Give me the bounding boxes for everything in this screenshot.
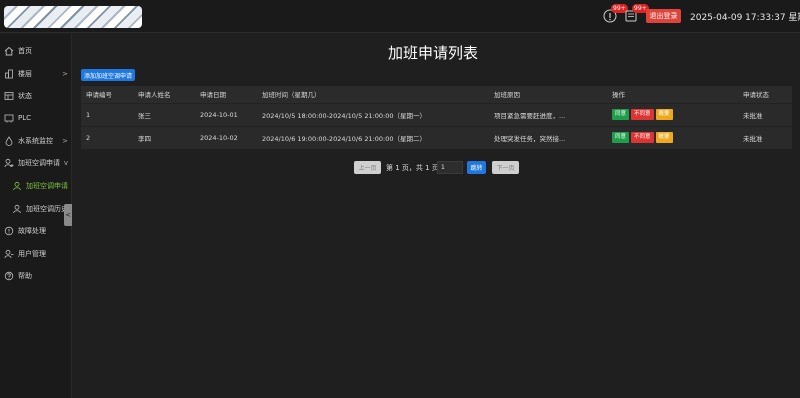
fault-icon [4, 226, 14, 236]
sidebar-item-label: 加班空调申请 [26, 182, 68, 190]
column-header: 加班原因 [489, 86, 607, 103]
help-icon [4, 271, 14, 281]
app-window: 99+ 99+ 退出登录 2025-04-09 17:33:37 星期三 首页 … [0, 0, 800, 398]
sidebar-item-user-manage[interactable]: 用户管理 [0, 245, 72, 263]
prev-page-button[interactable]: 上一页 [354, 161, 381, 174]
column-header: 申请编号 [81, 86, 133, 103]
jump-page-button[interactable]: 跳转 [467, 161, 486, 174]
cell-name: 李四 [133, 125, 195, 149]
page-title: 加班申请列表 [387, 44, 478, 62]
sidebar-item-home[interactable]: 首页 [0, 42, 72, 60]
page-number-input[interactable] [437, 161, 463, 174]
sidebar-item-label: 加班空调历史 [26, 205, 68, 213]
page-info: 第 1 页，共 1 页 [386, 164, 439, 172]
sidebar-item-label: 楼层 [18, 70, 32, 78]
sidebar: 首页 楼层 > 状态 PLC 水系统监控 > 加班空调申请 v 加班空调申请 加… [0, 34, 72, 398]
sidebar-item-overtime-ac-history[interactable]: 加班空调历史 [0, 200, 72, 218]
water-drop-icon [4, 136, 14, 146]
sidebar-item-status[interactable]: 状态 [0, 87, 72, 105]
cell-actions: 同意 不同意 概要 [607, 125, 738, 149]
cell-name: 张三 [133, 102, 195, 126]
logout-button[interactable]: 退出登录 [646, 9, 681, 23]
cell-time: 2024/10/6 19:00:00-2024/10/6 21:00:00（星期… [257, 125, 489, 149]
sidebar-item-fault[interactable]: 故障处理 [0, 222, 72, 240]
cell-actions: 同意 不同意 概要 [607, 102, 738, 126]
notification-button[interactable]: 99+ [603, 4, 628, 23]
top-header: 99+ 99+ 退出登录 2025-04-09 17:33:37 星期三 [0, 0, 800, 33]
sidebar-item-label: 故障处理 [18, 227, 46, 235]
table-row: 1 张三 2024-10-01 2024/10/5 18:00:00-2024/… [81, 102, 792, 126]
plc-icon [4, 113, 14, 123]
sidebar-item-help[interactable]: 帮助 [0, 267, 72, 285]
sidebar-item-label: 状态 [18, 92, 32, 100]
status-icon [4, 91, 14, 101]
column-header: 操作 [607, 86, 738, 103]
sidebar-item-plc[interactable]: PLC [0, 109, 72, 127]
cell-reason: 处理突发任务，突然接... [489, 125, 607, 149]
detail-button[interactable]: 概要 [655, 132, 673, 144]
user-icon [12, 204, 22, 214]
datetime-display: 2025-04-09 17:33:37 星期三 [690, 13, 800, 23]
cell-id: 2 [81, 125, 133, 149]
sidebar-item-water-monitor[interactable]: 水系统监控 > [0, 132, 72, 150]
approve-button[interactable]: 同意 [612, 132, 630, 144]
building-icon [4, 69, 14, 79]
overtime-request-table: 申请编号 申请人姓名 申请日期 加班时间（星期几） 加班原因 操作 申请状态 1… [81, 86, 792, 149]
company-logo [4, 6, 142, 28]
column-header: 申请人姓名 [133, 86, 195, 103]
cell-id: 1 [81, 102, 133, 126]
cell-date: 2024-10-02 [195, 125, 257, 149]
sidebar-item-floor[interactable]: 楼层 > [0, 65, 72, 83]
sidebar-item-label: 首页 [18, 47, 32, 55]
sidebar-item-overtime-ac[interactable]: 加班空调申请 v [0, 154, 72, 172]
table-header-row: 申请编号 申请人姓名 申请日期 加班时间（星期几） 加班原因 操作 申请状态 [81, 86, 792, 103]
detail-button[interactable]: 概要 [655, 109, 673, 120]
column-header: 申请日期 [195, 86, 257, 103]
user-icon [4, 158, 14, 168]
chevron-down-icon: v [63, 159, 68, 167]
column-header: 申请状态 [738, 86, 792, 103]
chevron-right-icon: > [62, 137, 68, 145]
cell-status: 未批准 [738, 125, 792, 149]
sidebar-item-overtime-ac-apply[interactable]: 加班空调申请 [0, 177, 72, 195]
cell-reason: 项目紧急需要赶进度，... [489, 102, 607, 126]
table-row: 2 李四 2024-10-02 2024/10/6 19:00:00-2024/… [81, 125, 792, 149]
sidebar-item-label: 加班空调申请 [18, 159, 60, 167]
reject-button[interactable]: 不同意 [631, 132, 654, 144]
sidebar-item-label: 帮助 [18, 272, 32, 280]
column-header: 加班时间（星期几） [257, 86, 489, 103]
sidebar-item-label: 水系统监控 [18, 137, 53, 145]
chevron-right-icon: > [62, 70, 68, 78]
cell-status: 未批准 [738, 102, 792, 126]
reject-button[interactable]: 不同意 [631, 109, 654, 120]
home-icon [4, 46, 14, 56]
next-page-button[interactable]: 下一页 [492, 161, 519, 174]
user-manage-icon [4, 249, 14, 259]
sidebar-item-label: PLC [18, 114, 32, 122]
cell-time: 2024/10/5 18:00:00-2024/10/5 21:00:00（星期… [257, 102, 489, 126]
cell-date: 2024-10-01 [195, 102, 257, 126]
approve-button[interactable]: 同意 [612, 109, 630, 120]
user-icon [12, 181, 22, 191]
message-button[interactable]: 99+ [624, 4, 649, 23]
main-content: 加班申请列表 添加加班空调申请 申请编号 申请人姓名 申请日期 加班时间（星期几… [73, 34, 800, 398]
sidebar-item-label: 用户管理 [18, 250, 46, 258]
add-overtime-ac-request-button[interactable]: 添加加班空调申请 [81, 69, 135, 81]
